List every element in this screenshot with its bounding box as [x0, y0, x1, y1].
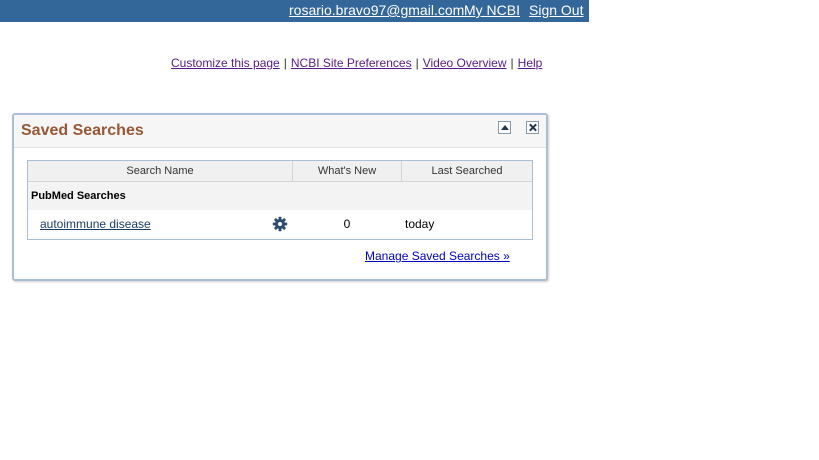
collapse-icon[interactable]: [498, 121, 511, 134]
video-overview-link[interactable]: Video Overview: [423, 56, 507, 70]
column-last-searched: Last Searched: [431, 165, 503, 177]
column-search-name: Search Name: [28, 161, 293, 181]
user-email-link[interactable]: rosario.bravo97@gmail.com: [289, 2, 464, 18]
group-row: PubMed Searches: [28, 182, 532, 210]
manage-saved-searches-link[interactable]: Manage Saved Searches »: [365, 249, 510, 263]
link-separator: |: [283, 56, 287, 70]
panel-title: Saved Searches: [21, 122, 144, 139]
link-separator: |: [415, 56, 419, 70]
whats-new-count: 0: [343, 217, 351, 231]
my-ncbi-link[interactable]: My NCBI: [464, 2, 520, 18]
saved-searches-table: Search Name What's New Last Searched Pub…: [27, 160, 533, 240]
gear-icon[interactable]: [272, 216, 288, 232]
saved-searches-panel: Saved Searches Search Name What's New La…: [12, 113, 548, 281]
help-link[interactable]: Help: [518, 56, 543, 70]
link-separator: |: [510, 56, 514, 70]
last-searched-value: today: [405, 217, 435, 231]
top-bar: rosario.bravo97@gmail.com My NCBI Sign O…: [0, 0, 589, 22]
saved-search-link[interactable]: autoimmune disease: [40, 217, 151, 231]
table-row: autoimmune disease 0 today: [28, 210, 532, 239]
close-icon[interactable]: [526, 121, 539, 134]
site-preferences-link[interactable]: NCBI Site Preferences: [291, 56, 412, 70]
page-links: Customize this page | NCBI Site Preference…: [171, 56, 542, 70]
table-header: Search Name What's New Last Searched: [28, 161, 532, 182]
panel-header: Saved Searches: [14, 115, 546, 148]
group-label: PubMed Searches: [31, 190, 126, 202]
customize-page-link[interactable]: Customize this page: [171, 56, 280, 70]
column-whats-new: What's New: [293, 161, 402, 181]
sign-out-link[interactable]: Sign Out: [529, 2, 583, 18]
